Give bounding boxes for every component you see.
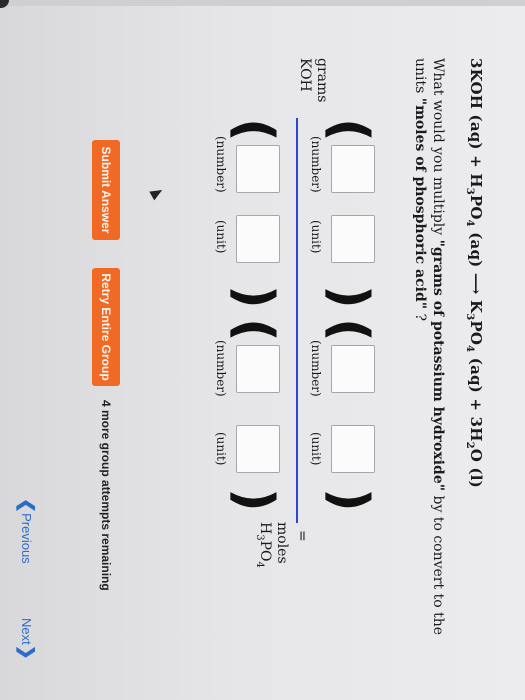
factor2-fraction-bar <box>296 318 298 523</box>
mouse-cursor-icon <box>149 185 165 201</box>
factor2-bottom-number-caption: (number) <box>214 340 228 397</box>
factor1-bottom-number-input[interactable] <box>236 145 280 193</box>
chevron-right-icon: ❯ <box>17 644 37 660</box>
question-prompt: What would you multiply "grams of potass… <box>412 58 446 636</box>
open-paren-2b: ( <box>224 318 284 342</box>
factor2-bottom-number-input[interactable] <box>236 345 280 393</box>
start-unit-label: grams KOH <box>297 58 330 103</box>
factor1-bottom-unit-input[interactable] <box>236 215 280 263</box>
attempts-remaining: 4 more group attempts remaining <box>99 400 113 591</box>
factor1-top-number-caption: (number) <box>309 136 323 193</box>
factor1-fraction-bar <box>296 118 298 318</box>
factor1-top-unit-caption: (unit) <box>309 220 323 254</box>
retry-entire-group-button[interactable]: Retry Entire Group <box>92 268 120 386</box>
factor2-bottom-unit-input[interactable] <box>236 425 280 473</box>
equals-sign: = <box>294 530 310 542</box>
end-unit-label: moles H3PO4 <box>254 522 290 568</box>
open-paren-1b: ( <box>224 118 284 142</box>
next-label: Next <box>19 618 34 645</box>
page-edge <box>0 0 525 8</box>
previous-link[interactable]: ❮ Previous <box>16 498 37 564</box>
close-paren-1: ) <box>319 285 379 309</box>
chemical-equation: 3KOH (aq) + H3PO4 (aq) ⟶ K3PO4 (aq) + 3H… <box>464 58 485 488</box>
factor1-top-unit-input[interactable] <box>331 215 375 263</box>
factor2-top-number-caption: (number) <box>309 340 323 397</box>
close-paren-2: ) <box>319 488 379 512</box>
factor2-top-unit-input[interactable] <box>331 425 375 473</box>
submit-answer-button[interactable]: Submit Answer <box>92 140 120 240</box>
factor2-top-unit-caption: (unit) <box>309 432 323 466</box>
factor1-bottom-unit-caption: (unit) <box>214 220 228 254</box>
factor2-bottom-unit-caption: (unit) <box>214 432 228 466</box>
question-page: 3KOH (aq) + H3PO4 (aq) ⟶ K3PO4 (aq) + 3H… <box>0 0 525 700</box>
factor2-top-number-input[interactable] <box>331 345 375 393</box>
photo-stage: 3KOH (aq) + H3PO4 (aq) ⟶ K3PO4 (aq) + 3H… <box>0 0 525 700</box>
close-paren-2b: ) <box>224 488 284 512</box>
open-paren-1: ( <box>319 118 379 142</box>
next-link[interactable]: Next ❯ <box>16 618 37 660</box>
close-paren-1b: ) <box>224 285 284 309</box>
factor1-bottom-number-caption: (number) <box>214 136 228 193</box>
edge-tab <box>0 0 9 8</box>
factor1-top-number-input[interactable] <box>331 145 375 193</box>
chevron-left-icon: ❮ <box>17 498 37 514</box>
open-paren-2: ( <box>319 318 379 342</box>
previous-label: Previous <box>19 513 34 564</box>
